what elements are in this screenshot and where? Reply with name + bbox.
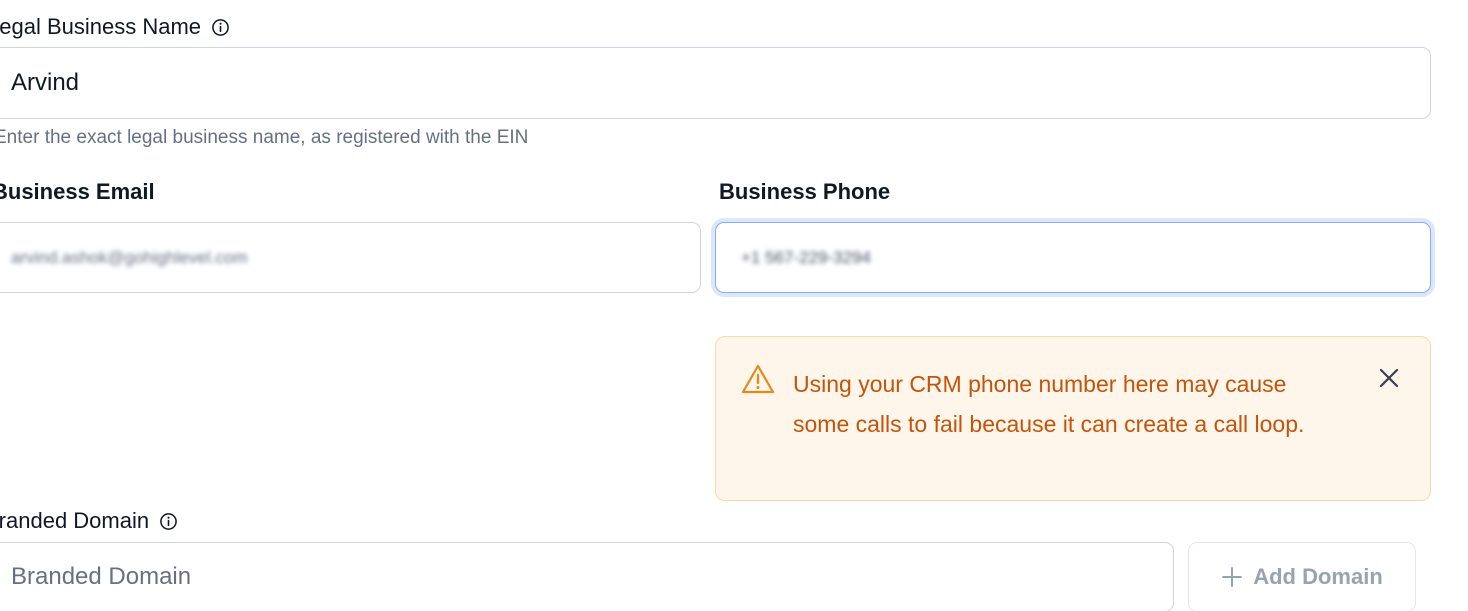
info-icon[interactable] [159, 512, 178, 531]
plus-icon [1222, 567, 1243, 587]
business-info-form: Legal Business Name Arvind Enter the exa… [0, 0, 1468, 611]
branded-domain-input[interactable]: Branded Domain [0, 542, 1174, 611]
branded-domain-label: Branded Domain [0, 508, 178, 534]
legal-business-name-label: Legal Business Name [0, 14, 230, 40]
add-domain-button[interactable]: Add Domain [1188, 542, 1416, 611]
business-email-input[interactable]: arvind.ashok@gohighlevel.com [0, 222, 701, 293]
business-phone-value: +1 567-229-3294 [741, 247, 871, 267]
business-phone-label-text: Business Phone [719, 179, 891, 204]
crm-phone-warning-alert: Using your CRM phone number here may cau… [715, 336, 1431, 501]
business-email-label-text: Business Email [0, 179, 155, 204]
legal-business-name-label-text: Legal Business Name [0, 14, 202, 39]
business-phone-input[interactable]: +1 567-229-3294 [715, 222, 1431, 293]
warning-triangle-icon [741, 364, 775, 394]
branded-domain-placeholder: Branded Domain [11, 563, 192, 590]
branded-domain-label-text: Branded Domain [0, 508, 150, 533]
close-icon[interactable] [1376, 365, 1402, 391]
warning-message: Using your CRM phone number here may cau… [793, 371, 1305, 437]
legal-business-name-input[interactable]: Arvind [0, 47, 1431, 119]
business-phone-label: Business Phone [719, 179, 890, 205]
business-email-label: Business Email [0, 179, 155, 205]
legal-business-name-value: Arvind [11, 69, 80, 96]
legal-business-name-helper: Enter the exact legal business name, as … [0, 127, 529, 148]
add-domain-label: Add Domain [1253, 564, 1383, 589]
business-email-value: arvind.ashok@gohighlevel.com [11, 247, 248, 267]
info-icon[interactable] [211, 18, 230, 37]
